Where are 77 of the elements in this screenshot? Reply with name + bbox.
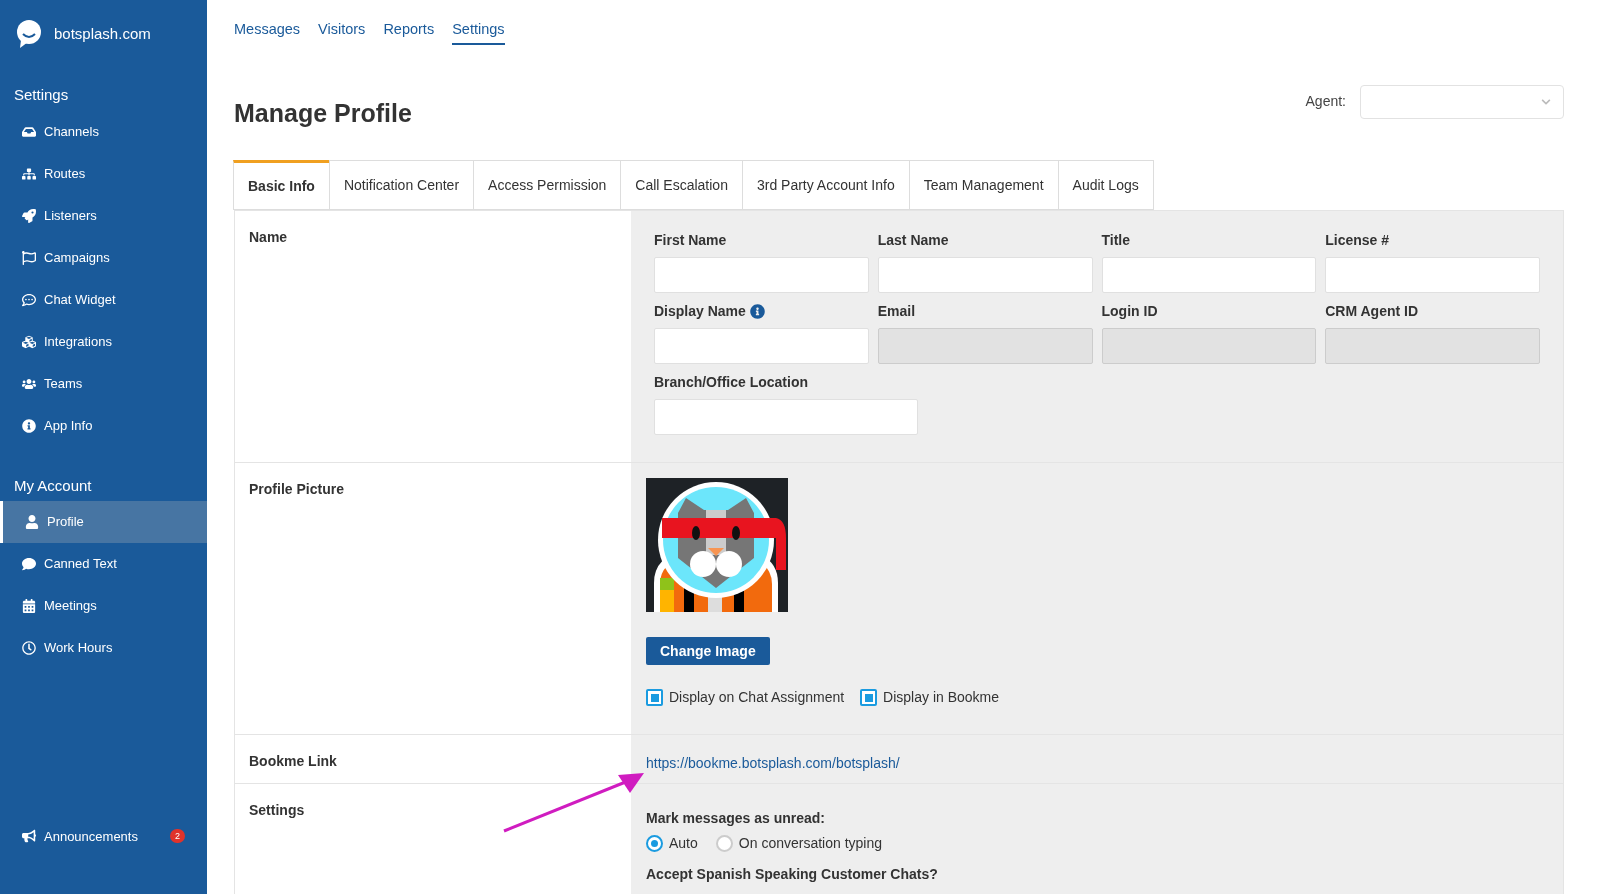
question-label: Accept Spanish Speaking Customer Chats? (646, 866, 939, 883)
bookme-link[interactable]: https://bookme.botsplash.com/botsplash/ (646, 755, 900, 772)
chat-bubble-icon (22, 292, 36, 307)
radio-label: Auto (669, 834, 698, 854)
tab[interactable]: 3rd Party Account Info (741, 160, 910, 211)
users-icon (22, 376, 36, 391)
checkbox[interactable] (646, 689, 663, 707)
sidebar-item[interactable]: Teams (0, 362, 207, 405)
tab[interactable]: Basic Info (233, 160, 330, 211)
sidebar-item[interactable]: Profile (0, 501, 207, 543)
field-label: Display Name (654, 302, 746, 322)
field-label: License # (1325, 231, 1390, 251)
nav-link[interactable]: Settings (452, 19, 505, 45)
field-label: Branch/Office Location (654, 373, 809, 393)
agent-select[interactable] (1360, 84, 1564, 119)
flag-icon (22, 250, 36, 265)
radio-button[interactable] (715, 835, 733, 853)
sidebar-item[interactable]: Routes (0, 152, 207, 195)
checkbox-label: Display in Bookme (883, 688, 1000, 708)
user-icon (25, 515, 39, 529)
sidebar-item[interactable]: Integrations (0, 320, 207, 363)
field-label: Title (1101, 231, 1131, 251)
cubes-icon (22, 334, 36, 349)
section-label: Profile Picture (248, 480, 345, 500)
tab[interactable]: Audit Logs (1057, 160, 1154, 211)
sidebar-section-title: My Account (13, 475, 93, 496)
section-label: Bookme Link (248, 752, 338, 772)
field-label: Login ID (1101, 302, 1158, 322)
notification-count: 2 (169, 829, 185, 844)
logo-icon (16, 20, 42, 48)
field-label: CRM Agent ID (1325, 302, 1419, 322)
rocket-icon (22, 208, 36, 223)
input-field[interactable] (654, 328, 869, 365)
nav-link[interactable]: Reports (383, 19, 435, 43)
question-label: Mark messages as unread: (646, 809, 826, 829)
sidebar-item[interactable]: Work Hours (0, 627, 207, 669)
input-field[interactable] (654, 257, 869, 294)
input-field[interactable] (877, 257, 1093, 294)
clock-icon (22, 641, 36, 655)
tab[interactable]: Call Escalation (620, 160, 743, 211)
sidebar-item[interactable]: Meetings (0, 585, 207, 627)
input-field[interactable] (1101, 257, 1317, 294)
brand-name: botsplash.com (54, 23, 151, 44)
info-icon (22, 418, 36, 433)
field-label: First Name (654, 231, 727, 251)
sidebar-item[interactable]: Channels (0, 110, 207, 153)
sidebar-item[interactable]: Canned Text (0, 543, 207, 585)
calendar-icon (22, 599, 36, 613)
sidebar-item[interactable]: Chat Widget (0, 278, 207, 321)
sitemap-icon (22, 166, 36, 181)
agent-label: Agent: (1305, 92, 1346, 111)
radio-label: On conversation typing (738, 834, 882, 854)
checkbox-label: Display on Chat Assignment (669, 688, 845, 708)
megaphone-icon (22, 829, 36, 844)
section-label: Name (248, 228, 289, 248)
sidebar-item[interactable]: Listeners (0, 194, 207, 237)
nav-link[interactable]: Messages (234, 19, 301, 43)
tab[interactable]: Team Management (908, 160, 1059, 211)
inbox-icon (22, 124, 36, 139)
input-field[interactable] (1325, 257, 1540, 294)
section-label: Settings (249, 801, 306, 821)
nav-link[interactable]: Visitors (318, 19, 366, 43)
field-label: Last Name (877, 231, 949, 251)
announcements-link[interactable]: Announcements (44, 826, 138, 846)
chevron-down-icon (1541, 96, 1551, 107)
field-label: Email (877, 302, 916, 322)
tab[interactable]: Notification Center (328, 160, 475, 211)
sidebar-item[interactable]: App Info (0, 404, 207, 447)
radio-button[interactable] (646, 835, 663, 853)
page-title: Manage Profile (234, 97, 412, 129)
sidebar-section-title: Settings (13, 85, 70, 105)
input-field[interactable] (654, 399, 918, 436)
tab[interactable]: Access Permission (473, 160, 622, 211)
sidebar-item[interactable]: Campaigns (0, 236, 207, 279)
speech-bubble-icon (22, 557, 36, 571)
checkbox[interactable] (860, 689, 878, 707)
change-image-button[interactable]: Change Image (646, 637, 770, 666)
